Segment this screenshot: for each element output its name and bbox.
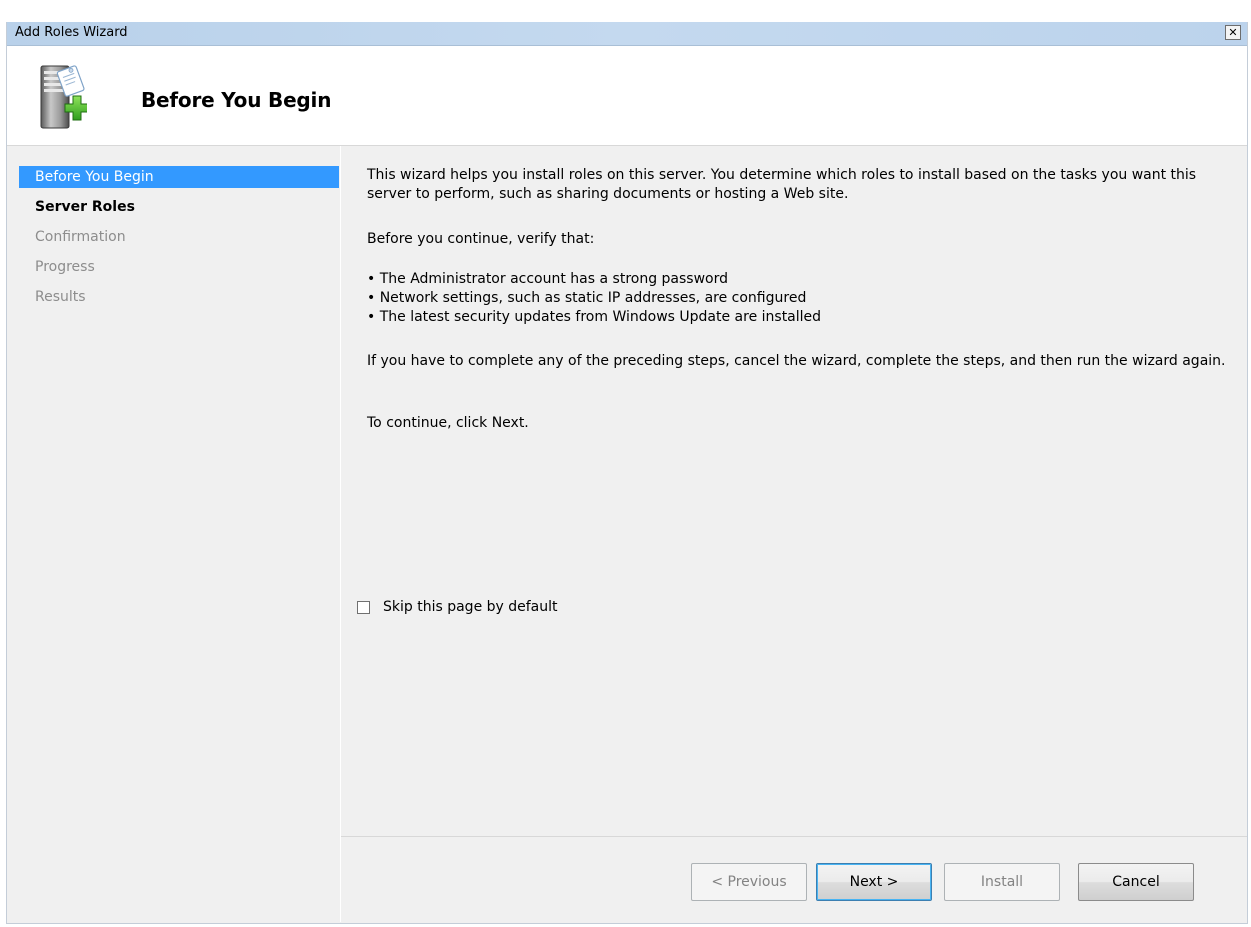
nav-item-results: Results <box>35 289 86 305</box>
install-button[interactable]: Install <box>944 863 1060 901</box>
next-button[interactable]: Next > <box>816 863 932 901</box>
window-title: Add Roles Wizard <box>15 25 128 40</box>
bullet-item: • The Administrator account has a strong… <box>367 271 729 287</box>
skip-page-label[interactable]: Skip this page by default <box>383 598 558 617</box>
close-button[interactable]: ✕ <box>1225 25 1241 40</box>
page-title: Before You Begin <box>141 88 332 112</box>
cancel-button[interactable]: Cancel <box>1078 863 1194 901</box>
server-add-icon <box>40 65 87 129</box>
wizard-footer: < Previous Next > Install Cancel <box>341 836 1247 923</box>
wizard-header: Before You Begin <box>7 46 1247 146</box>
intro-text: This wizard helps you install roles on t… <box>367 167 1197 202</box>
bullet-item: • Network settings, such as static IP ad… <box>367 290 807 306</box>
title-bar: Add Roles Wizard ✕ <box>7 22 1247 46</box>
skip-page-checkbox[interactable] <box>357 601 370 614</box>
continue-note: To continue, click Next. <box>367 415 529 431</box>
nav-item-server-roles[interactable]: Server Roles <box>19 196 339 218</box>
wizard-content: This wizard helps you install roles on t… <box>341 146 1247 836</box>
verify-heading: Before you continue, verify that: <box>367 231 595 247</box>
nav-item-confirmation: Confirmation <box>35 229 126 245</box>
close-icon: ✕ <box>1228 26 1238 39</box>
bullet-item: • The latest security updates from Windo… <box>367 309 822 325</box>
previous-button[interactable]: < Previous <box>691 863 807 901</box>
wizard-steps-nav: Before You Begin Server Roles Confirmati… <box>7 146 341 922</box>
nav-item-progress: Progress <box>35 259 95 275</box>
cancel-note: If you have to complete any of the prece… <box>367 353 1226 369</box>
nav-item-before-you-begin[interactable]: Before You Begin <box>19 166 339 188</box>
